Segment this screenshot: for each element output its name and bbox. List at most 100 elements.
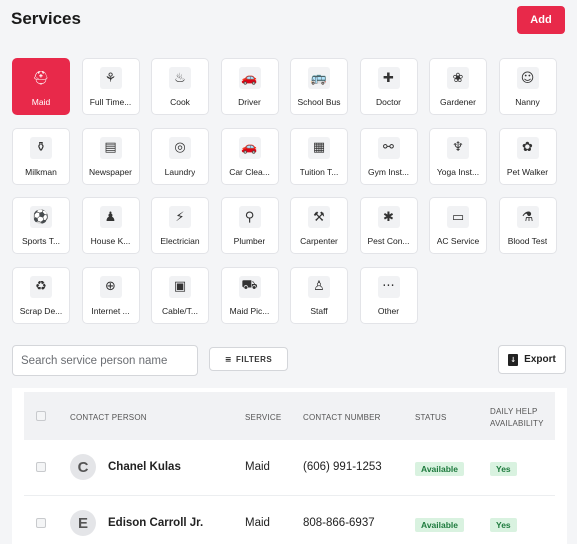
service-tile-maid-pic[interactable]: ⛟ Maid Pic... [220,266,279,324]
washing-machine-icon: ◎ [169,136,191,159]
filters-button[interactable]: ≡ FILTERS [209,347,288,371]
bus-icon: 🚌 [308,67,330,89]
col-contact-number[interactable]: CONTACT NUMBER [303,413,381,422]
row-checkbox[interactable] [36,462,46,472]
service-tile-tuition-t[interactable]: ▦ Tuition T... [290,127,348,185]
col-status[interactable]: STATUS [415,413,447,422]
export-button[interactable]: ↓ Export [498,345,566,374]
service-cell: Maid [245,461,270,473]
tv-icon: ▣ [169,275,191,298]
col-daily-help[interactable]: DAILY HELP [490,407,538,416]
service-cell: Maid [245,517,270,529]
service-tile-label: Sports T... [21,236,61,246]
service-tile-internet[interactable]: ⊕ Internet ... [81,266,140,324]
service-tile-cook[interactable]: ♨ Cook [151,58,209,115]
yoga-icon: ♆ [447,136,469,159]
book-icon: ▦ [308,136,330,159]
service-tile-label: School Bus [297,97,341,107]
paw-icon: ✿ [516,136,539,159]
car-icon: 🚗 [238,67,261,89]
service-tile-label: Internet ... [91,305,130,316]
service-tile-carpenter[interactable]: ⚒ Carpenter [290,197,348,254]
service-tile-label: Electrician [160,236,200,246]
add-button[interactable]: Add [517,6,565,34]
service-tile-ac-service[interactable]: ▭ AC Service [429,197,487,254]
search-input[interactable] [12,345,198,376]
stroller-icon: ☺ [516,67,539,89]
service-tile-yoga-inst[interactable]: ♆ Yoga Inst... [429,127,487,185]
service-tile-label: Blood Test [507,236,548,246]
service-tile-label: Newspaper [89,166,132,177]
cloche-icon: ⛑ [32,70,50,86]
service-tile-nanny[interactable]: ☺ Nanny [498,58,557,115]
service-tile-scrap-de[interactable]: ♻ Scrap De... [12,266,70,324]
row-checkbox[interactable] [36,518,46,528]
more-icon: ··· [377,275,400,298]
scooter-icon: ⛟ [238,275,261,298]
service-tile-label: Full Time... [89,97,132,107]
service-tile-full-time[interactable]: ⚘ Full Time... [81,58,140,115]
service-tile-label: Tuition T... [299,166,339,177]
avatar: E [70,510,96,536]
service-tile-pest-con[interactable]: ✱ Pest Con... [359,197,418,254]
service-tile-doctor[interactable]: ✚ Doctor [359,58,418,115]
page-title: Services [11,9,81,28]
select-all-checkbox[interactable] [36,411,46,421]
service-tile-staff[interactable]: ♙ Staff [290,266,348,324]
col-availability[interactable]: AVAILABILITY [490,419,544,428]
service-tile-newspaper[interactable]: ▤ Newspaper [81,127,140,185]
service-tile-label: Gardener [440,97,476,107]
table-row[interactable]: C Chanel Kulas Maid (606) 991-1253 Avail… [24,440,555,496]
service-tile-label: Carpenter [300,236,338,246]
service-tile-label: Nanny [515,97,540,107]
service-tile-sports-t[interactable]: ⚽ Sports T... [12,197,70,254]
dumbbell-icon: ⚯ [377,136,400,159]
avatar: C [70,454,96,480]
service-tile-gardener[interactable]: ❀ Gardener [429,58,487,115]
service-tile-other[interactable]: ··· Other [359,266,418,324]
col-service[interactable]: SERVICE [245,413,281,422]
service-tile-milkman[interactable]: ⚱ Milkman [12,127,70,185]
plant-icon: ❀ [447,67,469,89]
service-tile-gym-inst[interactable]: ⚯ Gym Inst... [359,127,418,185]
service-tile-pet-walker[interactable]: ✿ Pet Walker [498,127,557,185]
service-tile-cable-t[interactable]: ▣ Cable/T... [151,266,209,324]
user-icon: ♙ [308,275,330,298]
bug-icon: ✱ [377,206,400,228]
filter-icon: ≡ [224,354,232,364]
service-tile-label: Cable/T... [162,305,198,316]
milk-bottle-icon: ⚱ [30,136,52,159]
services-page: Services Add ⛑ Maid ⚘ Full Time... ♨ Cook 🚗 Dri… [0,0,577,544]
contacts-table: CONTACT PERSON SERVICE CONTACT NUMBER ST… [12,388,567,544]
service-tile-plumber[interactable]: ⚲ Plumber [220,197,279,254]
service-tile-label: Laundry [164,166,196,177]
contact-name: Edison Carroll Jr. [108,517,204,529]
plunger-icon: ⚲ [238,206,261,228]
service-tile-label: Car Clea... [229,166,270,177]
service-tile-maid[interactable]: ⛑ Maid [12,58,70,115]
status-badge: Available [415,518,465,532]
service-tile-label: AC Service [436,236,480,246]
header: Services Add [0,0,577,44]
service-tile-laundry[interactable]: ◎ Laundry [151,127,209,185]
service-tile-electrician[interactable]: ⚡ Electrician [151,197,209,254]
service-tile-house-k[interactable]: ♟ House K... [81,197,140,254]
status-badge: Available [415,462,465,476]
availability-badge: Yes [490,462,517,476]
person-broom-icon: ⚘ [99,67,122,89]
service-tile-car-clea[interactable]: 🚗 Car Clea... [220,127,279,185]
newspaper-icon: ▤ [99,136,122,159]
car-wash-icon: 🚗 [238,136,261,159]
test-tube-icon: ⚗ [516,206,539,228]
medical-bag-icon: ✚ [377,67,400,89]
service-tile-school-bus[interactable]: 🚌 School Bus [290,58,348,115]
service-tile-driver[interactable]: 🚗 Driver [220,58,279,115]
table-header: CONTACT PERSON SERVICE CONTACT NUMBER ST… [24,392,555,440]
table-row[interactable]: E Edison Carroll Jr. Maid 808-866-6937 A… [24,496,555,544]
service-tile-blood-test[interactable]: ⚗ Blood Test [498,197,557,254]
service-tile-label: Driver [238,97,261,107]
service-tile-label: Gym Inst... [367,166,410,177]
col-contact-person[interactable]: CONTACT PERSON [70,413,147,422]
trash-icon: ♻ [30,275,52,298]
export-icon: ↓ [508,353,519,366]
